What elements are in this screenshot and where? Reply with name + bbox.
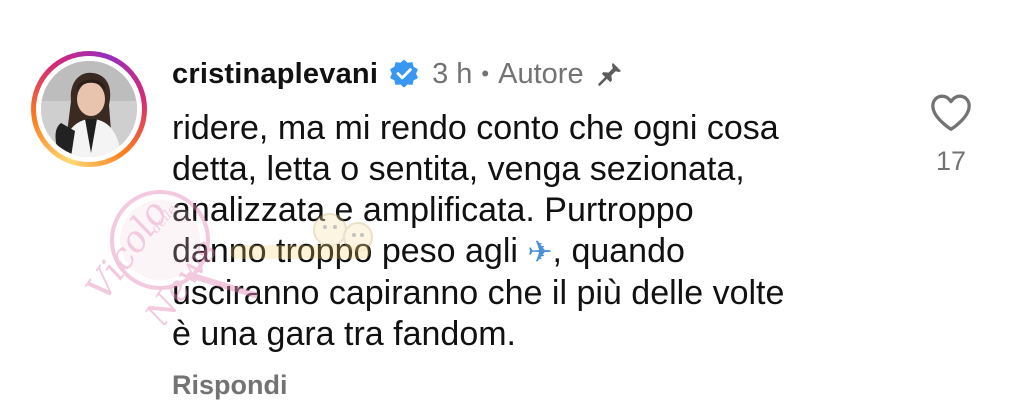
pin-icon — [596, 60, 624, 88]
like-area: 17 — [925, 92, 977, 192]
comment-time: 3 h — [432, 57, 473, 90]
verified-badge-icon — [388, 58, 420, 90]
avatar-ring-gap — [36, 56, 142, 162]
comment-text: ridere, ma mi rendo conto che ogni cosa … — [172, 108, 892, 355]
avatar-story-ring[interactable] — [31, 51, 147, 167]
watermark-brand-1: Vicolo — [79, 193, 177, 308]
like-count: 17 — [935, 146, 967, 176]
comment-line: analizzata e amplificata. Purtroppo — [172, 191, 694, 229]
airplane-emoji-icon: ✈ — [527, 235, 553, 270]
avatar-photo — [41, 61, 137, 157]
comment-line: è una gara tra fandom. — [172, 315, 517, 353]
meta-separator: • — [481, 61, 490, 86]
author-label: Autore — [498, 57, 584, 90]
comment-line: detta, letta o sentita, venga sezionata, — [172, 150, 745, 188]
comment-line-part: danno troppo peso agli — [172, 232, 518, 270]
comment-line: danno troppo peso agli ✈, quando — [172, 231, 892, 273]
username-link[interactable]: cristinaplevani — [172, 58, 378, 91]
comment-line-part: , quando — [552, 232, 685, 270]
like-heart-icon[interactable] — [929, 92, 973, 132]
comment-header: cristinaplevani 3 h • Autore — [172, 54, 624, 94]
comment-line: usciranno capiranno che il più delle vol… — [172, 274, 785, 312]
avatar[interactable] — [41, 61, 137, 157]
reply-button[interactable]: Rispondi — [172, 370, 288, 401]
comment-line: ridere, ma mi rendo conto che ogni cosa — [172, 109, 779, 147]
